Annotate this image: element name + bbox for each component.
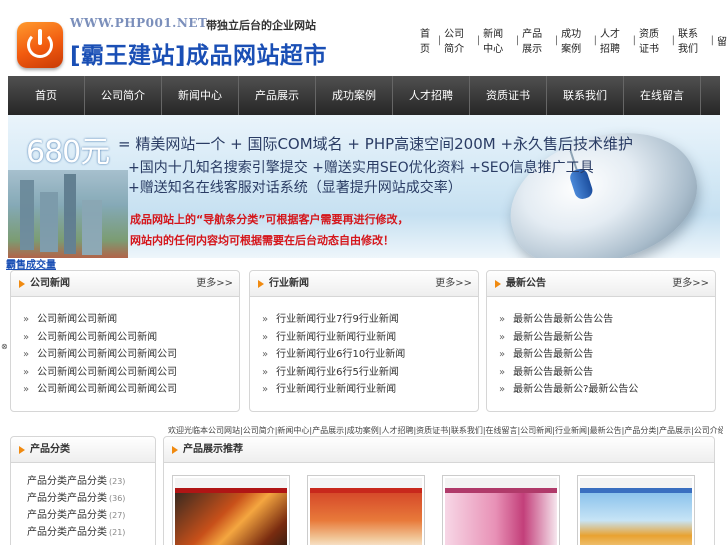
- product-thumbnail[interactable]: [442, 475, 560, 545]
- category-item[interactable]: 产品分类产品分类 (36): [27, 490, 155, 507]
- box-header: 产品分类: [11, 437, 155, 463]
- list-item[interactable]: » 行业新闻行业7行9行业新闻: [262, 311, 478, 329]
- news-list: » 最新公告最新公告公告 » 最新公告最新公告 » 最新公告最新公告 » 最新公告最新公…: [487, 297, 715, 399]
- box-header: 行业新闻 更多>>: [250, 271, 478, 297]
- news-list: » 行业新闻行业7行9行业新闻 » 行业新闻行业新闻行业新闻 » 行业新闻行业6行10…: [250, 297, 478, 399]
- nav-products[interactable]: 产品展示: [239, 76, 316, 115]
- page: WWW.PHP001.NET 带独立后台的企业网站 [霸王建站]成品网站超市 首…: [0, 0, 727, 545]
- box-title: 产品展示推荐: [183, 444, 243, 455]
- list-item[interactable]: » 最新公告最新公?最新公告公: [499, 381, 715, 399]
- promo-banner[interactable]: 680元 = 精美网站一个 + 国际COM域名 + PHP高速空间200M +永…: [8, 115, 720, 258]
- nav-cases[interactable]: 成功案例: [316, 76, 393, 115]
- close-circle-icon[interactable]: ⊗: [1, 342, 8, 351]
- product-thumbnails: [172, 475, 695, 545]
- more-link[interactable]: 更多>>: [196, 271, 233, 297]
- case-link[interactable]: 霸售成交量: [6, 256, 56, 271]
- product-thumbnail[interactable]: [577, 475, 695, 545]
- nav-filler: [701, 76, 720, 115]
- product-category-box: 产品分类 产品分类产品分类 (23) 产品分类产品分类 (36) 产品分类产品分类(…: [10, 436, 156, 545]
- banner-note-2: 网站内的任何内容均可根据需要在后台动态自由修改！: [130, 234, 394, 247]
- box-header: 公司新闻 更多>>: [11, 271, 239, 297]
- list-item[interactable]: » 公司新闻公司新闻: [23, 311, 239, 329]
- top-link-contact[interactable]: 联系我们: [678, 25, 708, 55]
- list-item[interactable]: » 最新公告最新公告公告: [499, 311, 715, 329]
- product-showcase-box: 产品展示推荐: [163, 436, 715, 545]
- site-title[interactable]: [霸王建站]成品网站超市: [70, 36, 327, 70]
- news-list: » 公司新闻公司新闻 » 公司新闻公司新闻公司新闻 » 公司新闻公司新闻公司新闻公司 …: [11, 297, 239, 399]
- list-item[interactable]: » 公司新闻公司新闻公司新闻公司: [23, 364, 239, 382]
- announcements-box: 最新公告 更多>> » 最新公告最新公告公告 » 最新公告最新公告 » 最新公告最新公…: [486, 270, 716, 412]
- nav-contact[interactable]: 联系我们: [547, 76, 624, 115]
- box-title: 最新公告: [506, 278, 546, 289]
- site-tagline: 带独立后台的企业网站: [206, 19, 316, 32]
- power-logo-icon[interactable]: [17, 22, 63, 68]
- site-url: WWW.PHP001.NET: [70, 16, 208, 30]
- nav-home[interactable]: 首页: [8, 76, 85, 115]
- more-link[interactable]: 更多>>: [672, 271, 709, 297]
- list-item[interactable]: » 行业新闻行业新闻行业新闻: [262, 329, 478, 347]
- list-item[interactable]: » 最新公告最新公告: [499, 346, 715, 364]
- nav-about[interactable]: 公司简介: [85, 76, 162, 115]
- nav-certs[interactable]: 资质证书: [470, 76, 547, 115]
- arrow-right-icon: [19, 280, 25, 288]
- product-thumbnail[interactable]: [172, 475, 290, 545]
- box-header: 最新公告 更多>>: [487, 271, 715, 297]
- nav-message[interactable]: 在线留言: [624, 76, 701, 115]
- top-link-about[interactable]: 公司简介: [444, 25, 474, 55]
- box-title: 行业新闻: [269, 278, 309, 289]
- list-item[interactable]: » 最新公告最新公告: [499, 364, 715, 382]
- category-list: 产品分类产品分类 (23) 产品分类产品分类 (36) 产品分类产品分类 (27) 产…: [11, 463, 155, 541]
- top-link-cases[interactable]: 成功案例: [561, 25, 591, 55]
- list-item[interactable]: » 公司新闻公司新闻公司新闻公司: [23, 381, 239, 399]
- scrolling-links[interactable]: 欢迎光临本公司网站|公司简介|新闻中心|产品展示|成功案例|人才招聘|资质证书|…: [168, 425, 723, 436]
- more-link[interactable]: 更多>>: [435, 271, 472, 297]
- company-news-box: 公司新闻 更多>> » 公司新闻公司新闻 » 公司新闻公司新闻公司新闻 » 公司新闻公…: [10, 270, 240, 412]
- top-link-certs[interactable]: 资质证书: [639, 25, 669, 55]
- list-item[interactable]: » 行业新闻行业6行10行业新闻: [262, 346, 478, 364]
- list-item[interactable]: » 最新公告最新公告: [499, 329, 715, 347]
- top-link-jobs[interactable]: 人才招聘: [600, 25, 630, 55]
- category-item[interactable]: 产品分类产品分类 (21): [27, 524, 155, 541]
- box-title: 公司新闻: [30, 278, 70, 289]
- arrow-right-icon: [172, 446, 178, 454]
- box-title: 产品分类: [30, 444, 70, 455]
- site-header: WWW.PHP001.NET 带独立后台的企业网站 [霸王建站]成品网站超市 首…: [0, 0, 727, 76]
- category-item[interactable]: 产品分类产品分类 (27): [27, 507, 155, 524]
- top-link-news[interactable]: 新闻中心: [483, 25, 513, 55]
- list-item[interactable]: » 公司新闻公司新闻公司新闻: [23, 329, 239, 347]
- banner-price: 680元: [26, 135, 110, 170]
- main-nav: 首页 公司简介 新闻中心 产品展示 成功案例 人才招聘 资质证书 联系我们 在线…: [8, 76, 720, 115]
- list-item[interactable]: » 公司新闻公司新闻公司新闻公司: [23, 346, 239, 364]
- box-header: 产品展示推荐: [164, 437, 714, 463]
- arrow-right-icon: [495, 280, 501, 288]
- top-links: 首页 | 公司简介 | 新闻中心 | 产品展示 | 成功案例 | 人才招聘 | 资质证书 | …: [420, 29, 727, 55]
- nav-news[interactable]: 新闻中心: [162, 76, 239, 115]
- arrow-right-icon: [19, 446, 25, 454]
- top-link-home[interactable]: 首页: [420, 25, 435, 55]
- banner-line-3: +赠送知名在线客服对话系统（显著提升网站成交率）: [128, 180, 462, 196]
- category-item[interactable]: 产品分类产品分类 (23): [27, 473, 155, 490]
- industry-news-box: 行业新闻 更多>> » 行业新闻行业7行9行业新闻 » 行业新闻行业新闻行业新闻 »…: [249, 270, 479, 412]
- list-item[interactable]: » 行业新闻行业6行5行业新闻: [262, 364, 478, 382]
- banner-note-1: 成品网站上的“导航条分类”可根据客户需要再进行修改，: [130, 213, 409, 226]
- arrow-right-icon: [258, 280, 264, 288]
- top-link-products[interactable]: 产品展示: [522, 25, 552, 55]
- list-item[interactable]: » 行业新闻行业新闻行业新闻: [262, 381, 478, 399]
- product-thumbnail[interactable]: [307, 475, 425, 545]
- nav-jobs[interactable]: 人才招聘: [393, 76, 470, 115]
- top-link-message[interactable]: 留: [717, 33, 727, 48]
- city-skyline-image: [8, 170, 128, 258]
- banner-line-2: +国内十几知名搜索引擎提交 +赠送实用SEO优化资料 +SEO信息推广工具: [128, 160, 594, 176]
- banner-line-1: = 精美网站一个 + 国际COM域名 + PHP高速空间200M +永久售后技术…: [118, 135, 634, 153]
